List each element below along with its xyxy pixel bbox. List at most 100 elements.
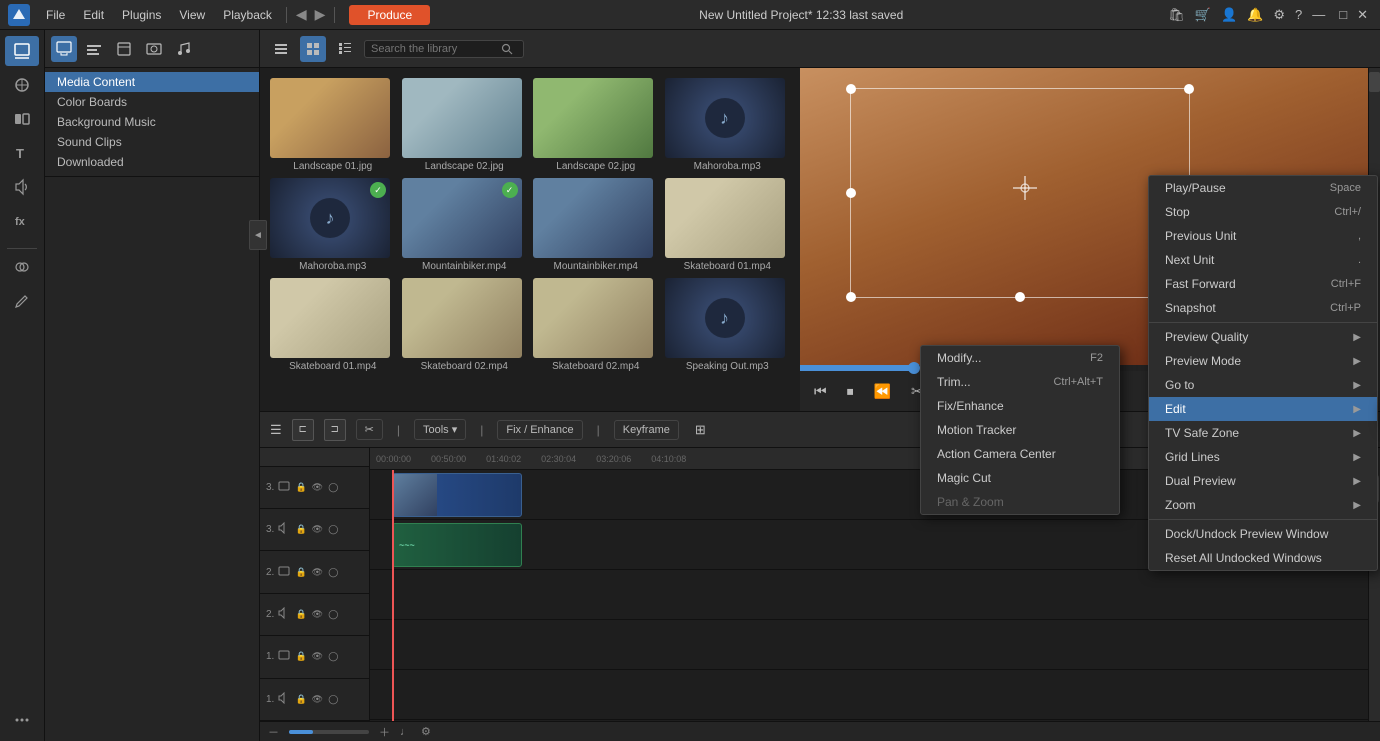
track-row-2a[interactable] xyxy=(370,620,1368,670)
playhead[interactable] xyxy=(392,470,394,721)
media-thumb-1[interactable]: Landscape 02.jpg xyxy=(402,78,528,172)
close-btn[interactable]: ✕ xyxy=(1353,7,1372,23)
media-thumb-5[interactable]: ✓ Mountainbiker.mp4 xyxy=(402,178,528,272)
menu-edit[interactable]: Edit xyxy=(75,6,112,24)
clip-3v-1[interactable] xyxy=(392,473,522,517)
scrollbar-thumb[interactable] xyxy=(1369,72,1380,92)
sidebar-edit-icon[interactable] xyxy=(5,287,39,317)
track-lock-2a[interactable]: 🔒 xyxy=(294,608,308,622)
keyframe-btn[interactable]: Keyframe xyxy=(614,420,679,440)
pb-goto[interactable]: Go to ▶ xyxy=(1149,373,1377,397)
notify-icon[interactable]: 🔔 xyxy=(1243,7,1267,23)
pb-snapshot[interactable]: Snapshot Ctrl+P xyxy=(1149,296,1377,320)
pb-play-pause[interactable]: Play/Pause Space xyxy=(1149,176,1377,200)
detail-view-btn[interactable] xyxy=(332,36,358,62)
sidebar-transition-icon[interactable] xyxy=(5,104,39,134)
track-row-2v[interactable] xyxy=(370,570,1368,620)
track-vis-1v[interactable]: 👁 xyxy=(310,650,324,664)
track-vis-1a[interactable]: 👁 xyxy=(310,692,324,706)
track-lock-2v[interactable]: 🔒 xyxy=(294,565,308,579)
nav-back[interactable]: ◀ xyxy=(293,6,310,23)
track-lock-3v[interactable]: 🔒 xyxy=(294,480,308,494)
ctx-motion[interactable]: Motion Tracker xyxy=(921,418,1119,442)
menu-view[interactable]: View xyxy=(171,6,213,24)
pb-preview-mode[interactable]: Preview Mode ▶ xyxy=(1149,349,1377,373)
sidebar-color-icon[interactable] xyxy=(5,253,39,283)
media-thumb-11[interactable]: ♪ Speaking Out.mp3 xyxy=(665,278,791,372)
track-vis-3a[interactable]: 👁 xyxy=(310,523,324,537)
track-lock-3a[interactable]: 🔒 xyxy=(294,523,308,537)
media-music-btn[interactable] xyxy=(171,36,197,62)
media-thumb-9[interactable]: Skateboard 02.mp4 xyxy=(402,278,528,372)
grid-view-btn[interactable] xyxy=(300,36,326,62)
nav-forward[interactable]: ▶ xyxy=(312,6,329,23)
cart-icon[interactable]: 🛒 xyxy=(1191,7,1215,23)
track-mute-2v[interactable]: ◯ xyxy=(326,565,340,579)
settings-icon[interactable]: ⚙ xyxy=(1269,7,1289,23)
nav-media-content[interactable]: Media Content xyxy=(45,72,259,92)
sidebar-more-icon[interactable] xyxy=(5,705,39,735)
track-mute-3v[interactable]: ◯ xyxy=(326,480,340,494)
track-vis-3v[interactable]: 👁 xyxy=(310,480,324,494)
transform-handle-ml[interactable] xyxy=(846,188,856,198)
zoom-slider[interactable] xyxy=(289,730,369,734)
scissors-tool[interactable]: ✂ xyxy=(356,419,383,440)
ctx-trim[interactable]: Trim... Ctrl+Alt+T xyxy=(921,370,1119,394)
track-row-1a[interactable] xyxy=(370,720,1368,721)
pb-dock-undock[interactable]: Dock/Undock Preview Window xyxy=(1149,522,1377,546)
fix-enhance-btn[interactable]: Fix / Enhance xyxy=(497,420,582,440)
media-thumb-8[interactable]: Skateboard 01.mp4 xyxy=(270,278,396,372)
track-lock-1v[interactable]: 🔒 xyxy=(294,650,308,664)
menu-file[interactable]: File xyxy=(38,6,73,24)
track-lock-1a[interactable]: 🔒 xyxy=(294,692,308,706)
account-icon[interactable]: 👤 xyxy=(1217,7,1241,23)
panel-collapse-btn[interactable]: ◄ xyxy=(249,220,267,250)
media-thumb-3[interactable]: ♪ Mahoroba.mp3 xyxy=(665,78,791,172)
media-thumb-6[interactable]: Mountainbiker.mp4 xyxy=(533,178,659,272)
timeline-mark-btn[interactable]: ⊐ xyxy=(324,419,346,441)
minimize-btn[interactable]: — xyxy=(1308,7,1333,22)
pb-grid-lines[interactable]: Grid Lines ▶ xyxy=(1149,445,1377,469)
ctx-modify[interactable]: Modify... F2 xyxy=(921,346,1119,370)
prev-frame-btn[interactable]: ⏮ xyxy=(808,381,833,402)
zoom-in-btn[interactable]: ＋ xyxy=(379,724,390,740)
sidebar-audio-icon[interactable] xyxy=(5,172,39,202)
media-import-btn[interactable] xyxy=(51,36,77,62)
pb-next-unit[interactable]: Next Unit . xyxy=(1149,248,1377,272)
pb-reset-undocked[interactable]: Reset All Undocked Windows xyxy=(1149,546,1377,570)
pb-zoom[interactable]: Zoom ▶ xyxy=(1149,493,1377,517)
timeline-home-btn[interactable]: ⊏ xyxy=(292,419,314,441)
media-thumb-0[interactable]: Landscape 01.jpg xyxy=(270,78,396,172)
ctx-fix[interactable]: Fix/Enhance xyxy=(921,394,1119,418)
timeline-expand-btn[interactable]: ⊞ xyxy=(695,422,706,438)
transform-handle-tr[interactable] xyxy=(1184,84,1194,94)
track-mute-1v[interactable]: ◯ xyxy=(326,650,340,664)
ctx-action-cam[interactable]: Action Camera Center xyxy=(921,442,1119,466)
sidebar-effects-icon[interactable] xyxy=(5,70,39,100)
pb-prev-unit[interactable]: Previous Unit , xyxy=(1149,224,1377,248)
track-mute-2a[interactable]: ◯ xyxy=(326,608,340,622)
ctx-magic-cut[interactable]: Magic Cut xyxy=(921,466,1119,490)
tools-btn[interactable]: Tools ▾ xyxy=(414,419,466,440)
media-thumb-10[interactable]: Skateboard 02.mp4 xyxy=(533,278,659,372)
progress-handle[interactable] xyxy=(908,362,920,374)
track-row-1v[interactable] xyxy=(370,670,1368,720)
pb-preview-quality[interactable]: Preview Quality ▶ xyxy=(1149,325,1377,349)
nav-sound-clips[interactable]: Sound Clips xyxy=(45,132,259,152)
clip-3a-1[interactable]: ~~~ xyxy=(392,523,522,567)
media-clip-btn[interactable] xyxy=(111,36,137,62)
nav-background-music[interactable]: Background Music xyxy=(45,112,259,132)
maximize-btn[interactable]: □ xyxy=(1335,7,1351,22)
pb-stop[interactable]: Stop Ctrl+/ xyxy=(1149,200,1377,224)
help-icon[interactable]: ? xyxy=(1291,7,1306,22)
media-thumb-2[interactable]: Landscape 02.jpg xyxy=(533,78,659,172)
menu-playback[interactable]: Playback xyxy=(215,6,280,24)
pb-dual-preview[interactable]: Dual Preview ▶ xyxy=(1149,469,1377,493)
sidebar-media-icon[interactable] xyxy=(5,36,39,66)
transform-handle-tl[interactable] xyxy=(846,84,856,94)
pb-fast-forward[interactable]: Fast Forward Ctrl+F xyxy=(1149,272,1377,296)
timeline-toggle-btn[interactable]: ☰ xyxy=(270,422,282,438)
pb-edit[interactable]: Edit ▶ xyxy=(1149,397,1377,421)
search-input[interactable] xyxy=(371,43,501,55)
media-photo-btn[interactable] xyxy=(141,36,167,62)
